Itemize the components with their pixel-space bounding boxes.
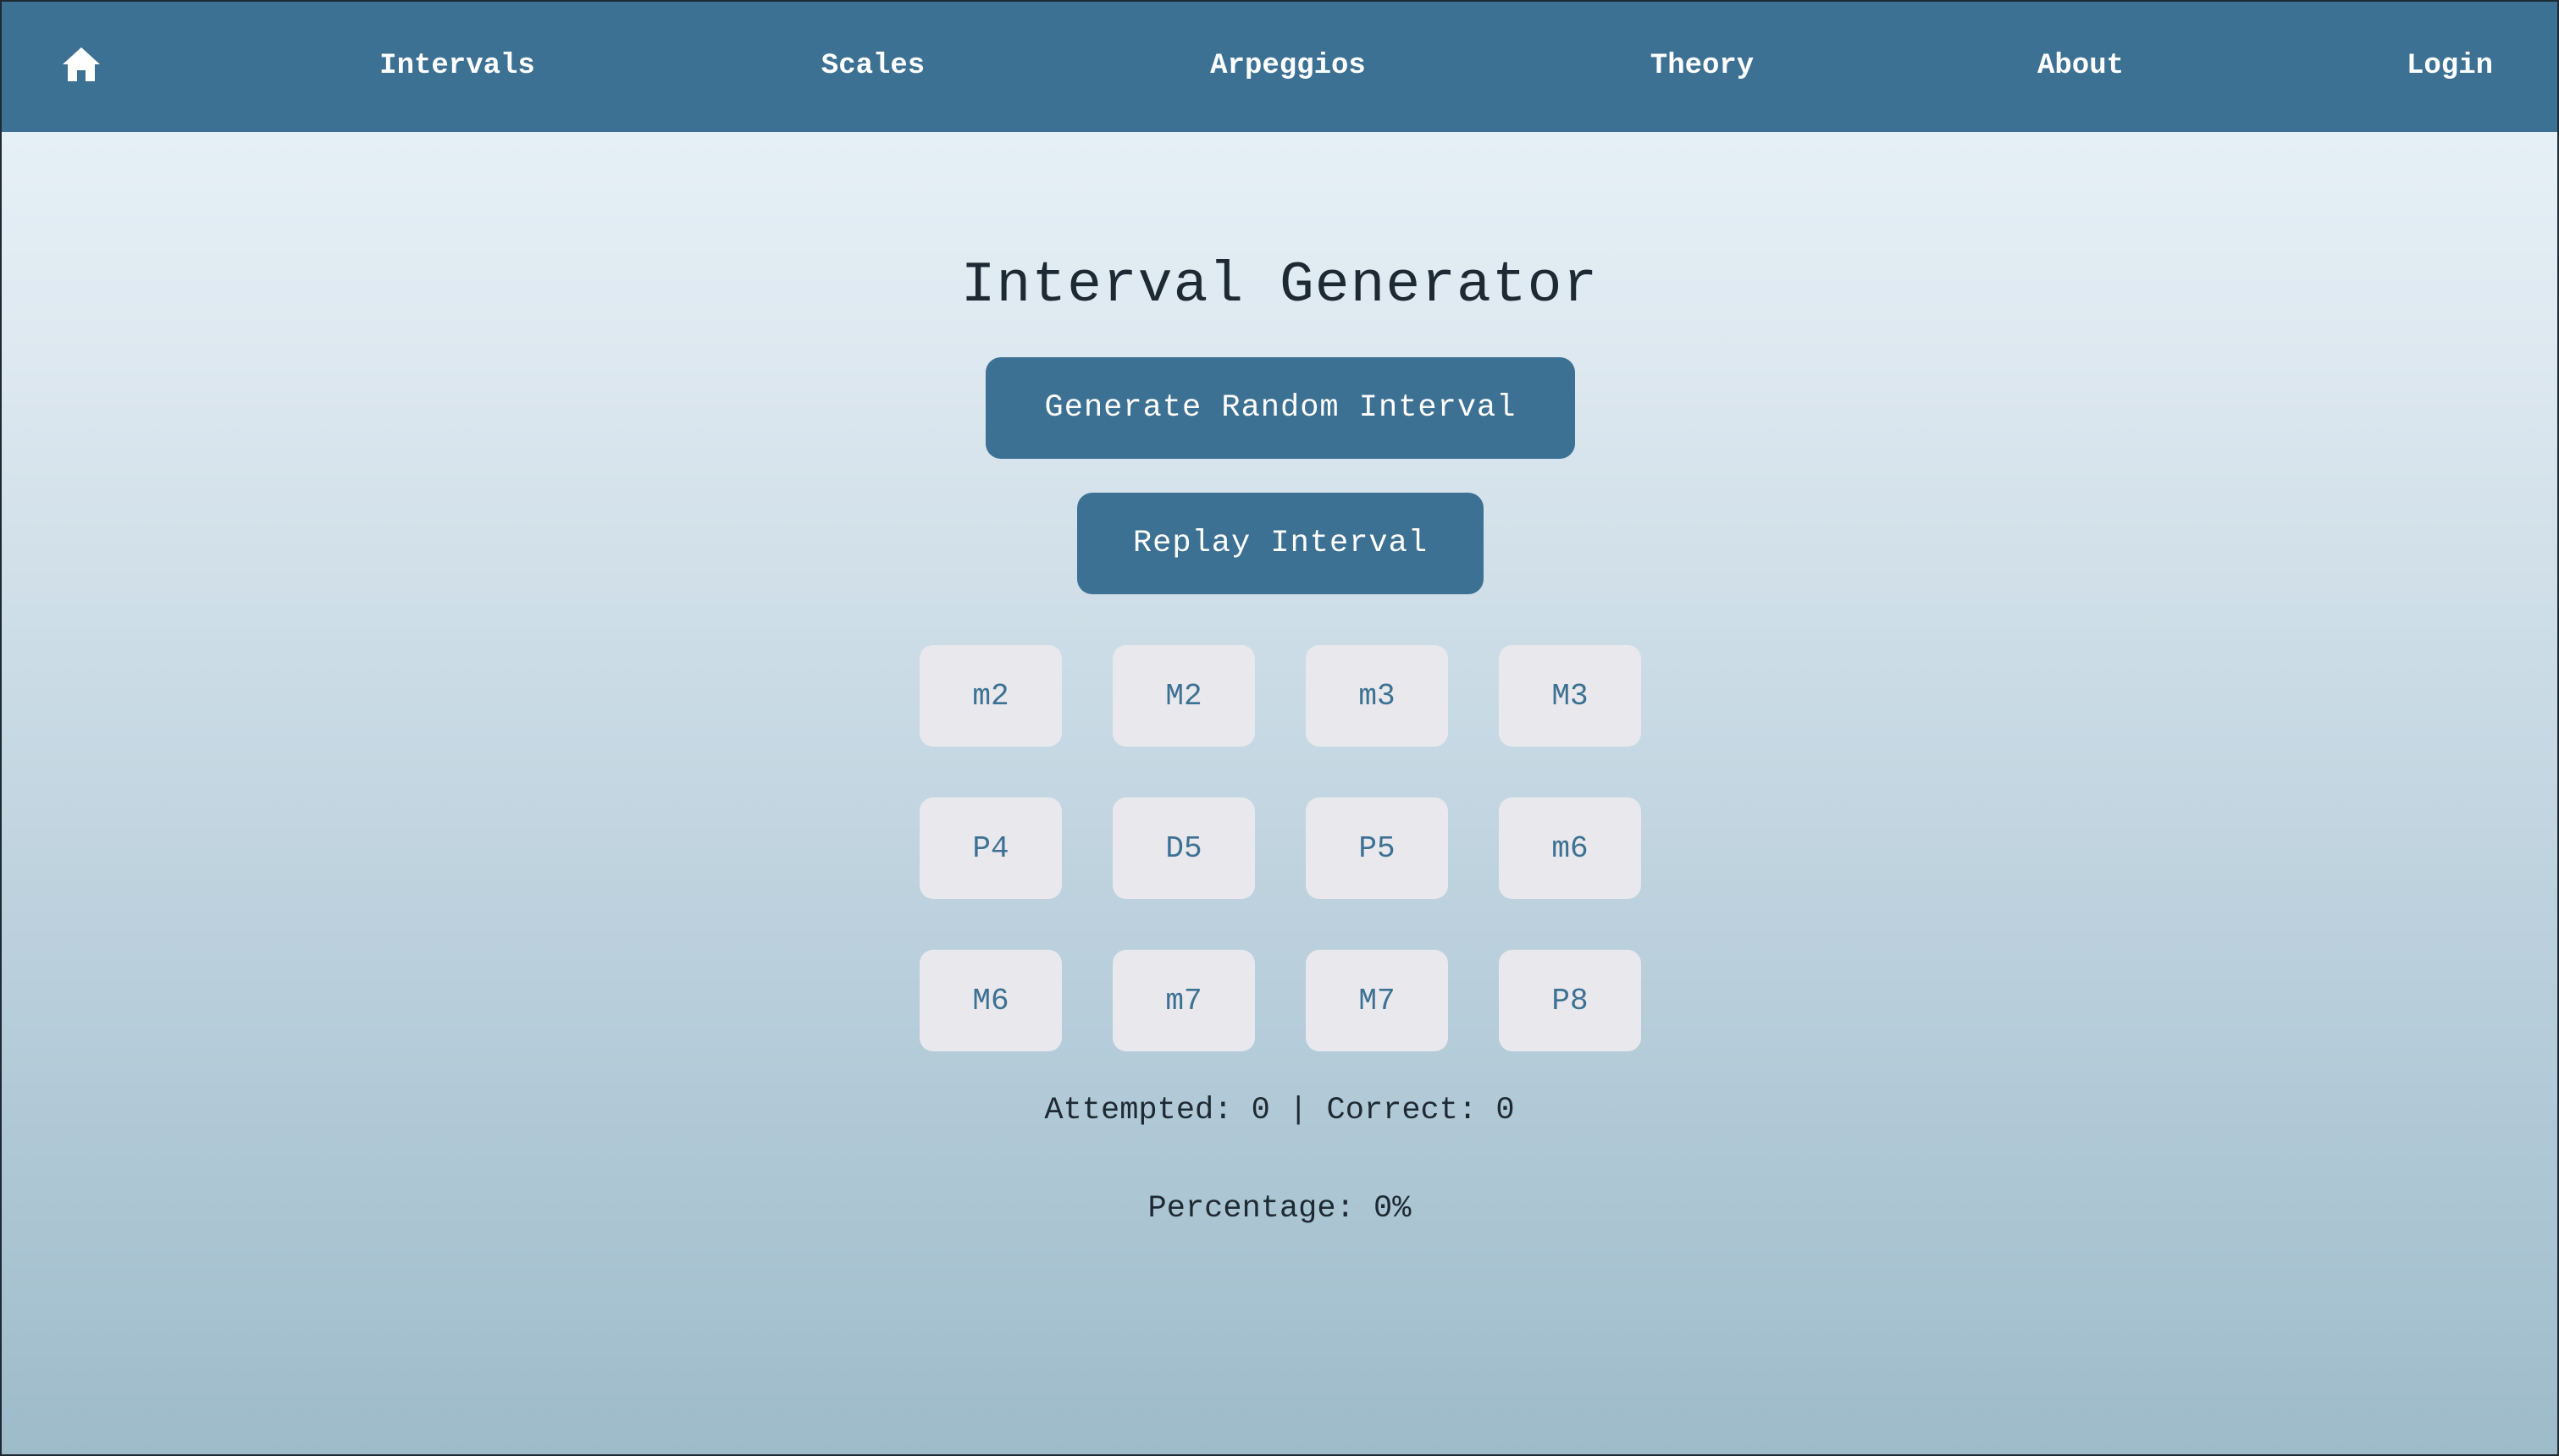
nav-item-login[interactable]: Login xyxy=(2407,49,2493,83)
app-window: Intervals Scales Arpeggios Theory About … xyxy=(0,0,2559,1456)
page-title: Interval Generator xyxy=(960,253,1599,318)
interval-button-m6[interactable]: m6 xyxy=(1499,797,1641,899)
interval-button-M3[interactable]: M3 xyxy=(1499,645,1641,747)
nav-item-about[interactable]: About xyxy=(2037,49,2124,83)
replay-interval-button[interactable]: Replay Interval xyxy=(1077,493,1484,594)
nav-item-intervals[interactable]: Intervals xyxy=(379,49,535,83)
attempted-count: 0 xyxy=(1251,1093,1270,1128)
interval-button-M7[interactable]: M7 xyxy=(1306,950,1448,1051)
correct-label: Correct: xyxy=(1326,1093,1478,1128)
nav-item-arpeggios[interactable]: Arpeggios xyxy=(1210,49,1366,83)
attempted-label: Attempted: xyxy=(1044,1093,1233,1128)
stats-separator: | xyxy=(1289,1093,1308,1128)
interval-button-P4[interactable]: P4 xyxy=(920,797,1062,899)
nav-item-scales[interactable]: Scales xyxy=(821,49,925,83)
interval-button-M2[interactable]: M2 xyxy=(1113,645,1255,747)
nav-item-theory[interactable]: Theory xyxy=(1650,49,1754,83)
home-icon[interactable] xyxy=(61,46,102,83)
top-navbar: Intervals Scales Arpeggios Theory About … xyxy=(2,2,2557,132)
interval-button-M6[interactable]: M6 xyxy=(920,950,1062,1051)
interval-button-P5[interactable]: P5 xyxy=(1306,797,1448,899)
generate-random-interval-button[interactable]: Generate Random Interval xyxy=(986,357,1575,459)
interval-answer-grid: m2 M2 m3 M3 P4 D5 P5 m6 M6 m7 M7 P8 xyxy=(920,645,1643,1051)
percentage-summary: Percentage: 0% xyxy=(2,1190,2557,1227)
interval-button-m7[interactable]: m7 xyxy=(1113,950,1255,1051)
interval-button-m3[interactable]: m3 xyxy=(1306,645,1448,747)
interval-button-D5[interactable]: D5 xyxy=(1113,797,1255,899)
interval-button-P8[interactable]: P8 xyxy=(1499,950,1641,1051)
score-summary: Attempted: 0 | Correct: 0 xyxy=(2,1092,2557,1129)
interval-button-m2[interactable]: m2 xyxy=(920,645,1062,747)
percentage-label: Percentage: xyxy=(1147,1191,1355,1227)
percentage-value: 0% xyxy=(1373,1191,1412,1227)
correct-count: 0 xyxy=(1495,1093,1515,1128)
